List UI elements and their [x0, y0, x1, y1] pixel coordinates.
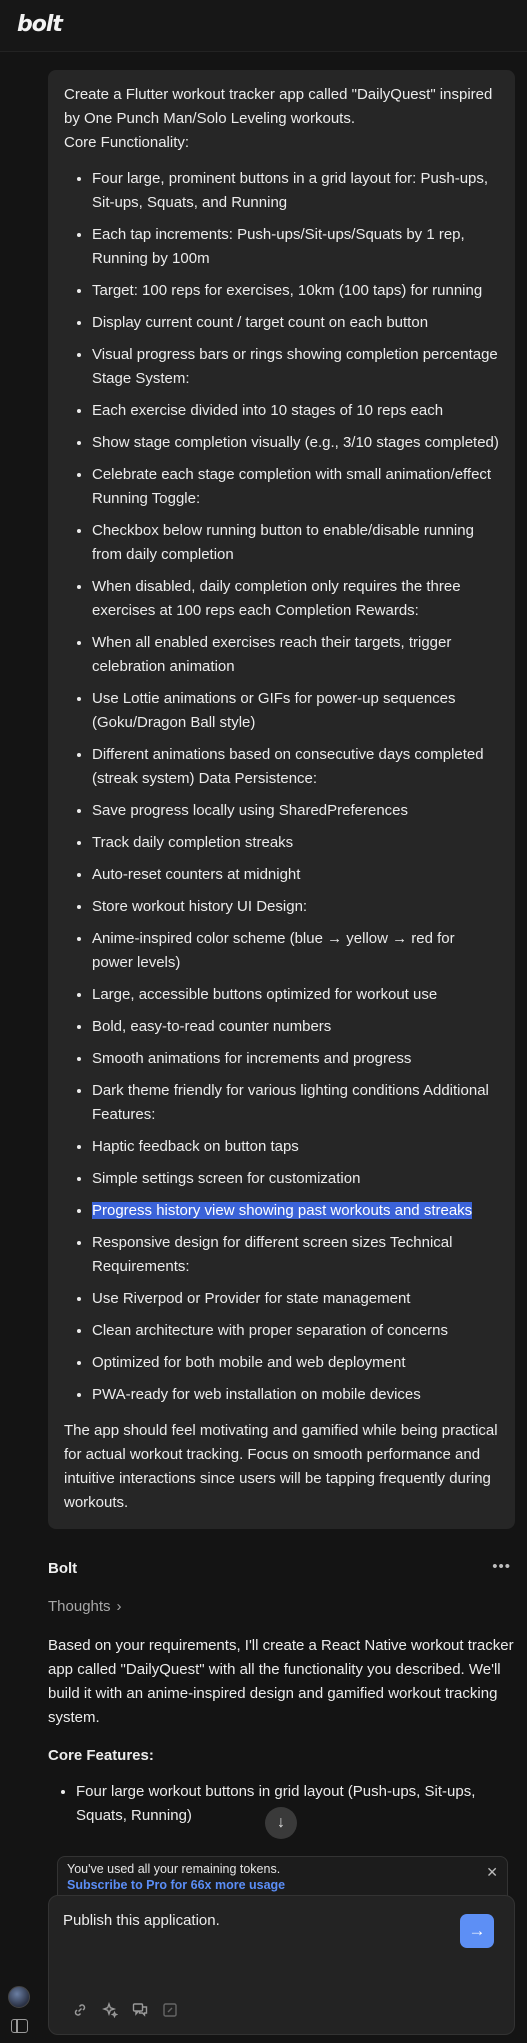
top-header: bolt — [0, 0, 527, 52]
core-features-heading: Core Features: — [48, 1747, 154, 1764]
list-item-text: Use Riverpod or Provider for state manag… — [92, 1290, 411, 1307]
list-item: Target: 100 reps for exercises, 10km (10… — [92, 279, 499, 303]
list-item-text: Anime-inspired color scheme (blue → yell… — [92, 930, 455, 971]
sidebar-toggle-icon[interactable] — [11, 2019, 28, 2033]
list-item-text: When disabled, daily completion only req… — [92, 578, 461, 619]
list-item-text: Display current count / target count on … — [92, 314, 429, 331]
list-item-text: Save progress locally using SharedPrefer… — [92, 802, 409, 819]
more-horizontal-icon[interactable]: ••• — [492, 1558, 511, 1575]
list-item-text: Large, accessible buttons optimized for … — [92, 986, 438, 1003]
scroll-down-button[interactable]: ↓ — [265, 1807, 297, 1839]
send-button[interactable]: → — [460, 1914, 494, 1948]
enhance-prompt-icon[interactable] — [99, 1999, 121, 2021]
list-item: Bold, easy-to-read counter numbers — [92, 1015, 499, 1039]
list-item-text: Four large, prominent buttons in a grid … — [92, 170, 489, 211]
list-item-text: Optimized for both mobile and web deploy… — [92, 1354, 406, 1371]
chat-composer: Publish this application. → — [48, 1895, 515, 2035]
list-item: Large, accessible buttons optimized for … — [92, 983, 499, 1007]
list-item: Track daily completion streaks — [92, 831, 499, 855]
list-item: Show stage completion visually (e.g., 3/… — [92, 431, 499, 455]
chevron-right-icon: › — [116, 1598, 122, 1615]
user-message: Create a Flutter workout tracker app cal… — [48, 70, 515, 1529]
list-item-text: Progress history view showing past worko… — [92, 1202, 473, 1219]
list-item: Smooth animations for increments and pro… — [92, 1047, 499, 1071]
list-item-text: Checkbox below running button to enable/… — [92, 522, 474, 563]
list-item-text: Visual progress bars or rings showing co… — [92, 346, 498, 387]
arrow-right-icon: → — [468, 1921, 486, 1940]
list-item: Checkbox below running button to enable/… — [92, 519, 499, 567]
token-limit-banner: You've used all your remaining tokens. S… — [57, 1856, 508, 1896]
list-item-text: PWA-ready for web installation on mobile… — [92, 1386, 421, 1403]
list-item-text: When all enabled exercises reach their t… — [92, 634, 452, 675]
list-item: Display current count / target count on … — [92, 311, 499, 335]
list-item: Four large, prominent buttons in a grid … — [92, 167, 499, 215]
list-item-text: Bold, easy-to-read counter numbers — [92, 1018, 332, 1035]
list-item-text: Auto-reset counters at midnight — [92, 866, 301, 883]
code-toggle-icon[interactable] — [159, 1999, 181, 2021]
thoughts-label: Thoughts — [48, 1598, 111, 1615]
list-item: Use Lottie animations or GIFs for power-… — [92, 687, 499, 735]
list-item: Save progress locally using SharedPrefer… — [92, 799, 499, 823]
list-item: Visual progress bars or rings showing co… — [92, 343, 499, 391]
list-item-text: Store workout history UI Design: — [92, 898, 308, 915]
list-item-text: Dark theme friendly for various lighting… — [92, 1082, 489, 1123]
list-item-text: Clean architecture with proper separatio… — [92, 1322, 449, 1339]
avatar[interactable] — [8, 1986, 30, 2008]
list-item-text: Each exercise divided into 10 stages of … — [92, 402, 444, 419]
list-item: Each tap increments: Push-ups/Sit-ups/Sq… — [92, 223, 499, 271]
token-limit-message: You've used all your remaining tokens. — [67, 1862, 281, 1876]
list-item: Use Riverpod or Provider for state manag… — [92, 1287, 499, 1311]
list-item: Auto-reset counters at midnight — [92, 863, 499, 887]
list-item-text: Responsive design for different screen s… — [92, 1234, 453, 1275]
list-item-text: Show stage completion visually (e.g., 3/… — [92, 434, 499, 451]
list-item-text: Track daily completion streaks — [92, 834, 294, 851]
list-item: When disabled, daily completion only req… — [92, 575, 499, 623]
attach-link-icon[interactable] — [69, 1999, 91, 2021]
list-item-text: Each tap increments: Push-ups/Sit-ups/Sq… — [92, 226, 465, 267]
assistant-reply: Based on your requirements, I'll create … — [48, 1637, 514, 1726]
list-item: When all enabled exercises reach their t… — [92, 631, 499, 679]
thoughts-toggle[interactable]: Thoughts › — [48, 1598, 122, 1615]
list-item: Dark theme friendly for various lighting… — [92, 1079, 499, 1127]
list-item-text: Use Lottie animations or GIFs for power-… — [92, 690, 456, 731]
list-item-text: Haptic feedback on button taps — [92, 1138, 299, 1155]
list-item: Simple settings screen for customization — [92, 1167, 499, 1191]
user-message-intro: Create a Flutter workout tracker app cal… — [64, 86, 493, 127]
list-item: Anime-inspired color scheme (blue → yell… — [92, 927, 499, 975]
list-item-text: Celebrate each stage completion with sma… — [92, 466, 492, 507]
assistant-header: Bolt ••• — [48, 1558, 515, 1584]
bolt-logo[interactable]: bolt — [17, 12, 63, 37]
assistant-message: Based on your requirements, I'll create … — [48, 1634, 515, 1828]
list-item-text: Target: 100 reps for exercises, 10km (10… — [92, 282, 483, 299]
list-item: Haptic feedback on button taps — [92, 1135, 499, 1159]
prompt-input[interactable]: Publish this application. — [63, 1912, 433, 1929]
assistant-name: Bolt — [48, 1560, 78, 1577]
user-message-section: Core Functionality: — [64, 134, 190, 151]
list-item: Optimized for both mobile and web deploy… — [92, 1351, 499, 1375]
list-item: PWA-ready for web installation on mobile… — [92, 1383, 499, 1407]
list-item: Each exercise divided into 10 stages of … — [92, 399, 499, 423]
list-item-text: Simple settings screen for customization — [92, 1170, 361, 1187]
close-icon[interactable]: ✕ — [486, 1864, 498, 1880]
user-message-outro: The app should feel motivating and gamif… — [64, 1422, 498, 1511]
list-item: Store workout history UI Design: — [92, 895, 499, 919]
list-item: Different animations based on consecutiv… — [92, 743, 499, 791]
subscribe-pro-link[interactable]: Subscribe to Pro for 66x more usage — [67, 1877, 498, 1893]
requirements-list: Four large, prominent buttons in a grid … — [64, 167, 499, 1407]
list-item: Progress history view showing past worko… — [92, 1199, 499, 1223]
list-item: Responsive design for different screen s… — [92, 1231, 499, 1279]
list-item-text: Smooth animations for increments and pro… — [92, 1050, 412, 1067]
list-item-text: Different animations based on consecutiv… — [92, 746, 484, 787]
list-item: Clean architecture with proper separatio… — [92, 1319, 499, 1343]
discuss-icon[interactable] — [129, 1999, 151, 2021]
arrow-down-icon: ↓ — [277, 1814, 285, 1831]
list-item: Celebrate each stage completion with sma… — [92, 463, 499, 511]
